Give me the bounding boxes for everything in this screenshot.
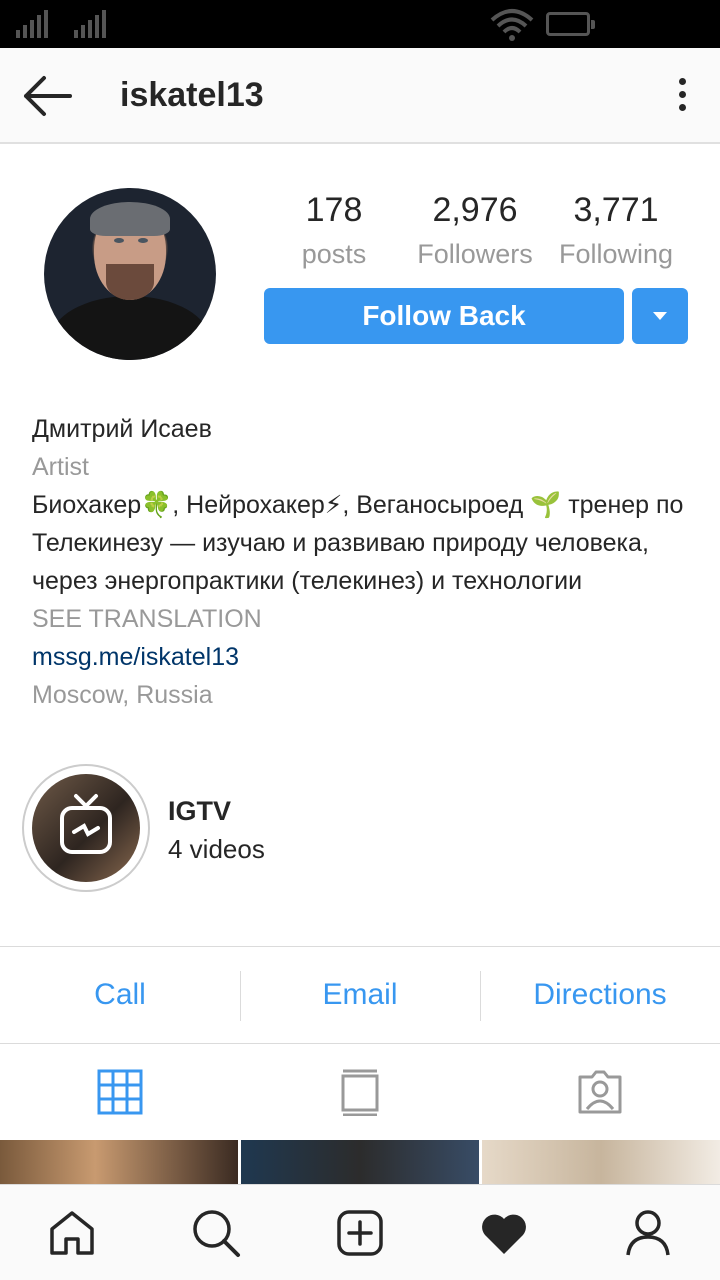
- nav-activity[interactable]: [432, 1185, 576, 1280]
- email-button[interactable]: Email: [240, 947, 480, 1043]
- more-options-icon[interactable]: [674, 78, 690, 114]
- contact-actions: Call Email Directions: [0, 946, 720, 1044]
- signal-icon-secondary: [74, 10, 106, 38]
- nav-add-post[interactable]: [288, 1185, 432, 1280]
- profile-bio: Дмитрий Исаев Artist Биохакер🍀, Нейрохак…: [32, 410, 692, 714]
- avatar-eye-right: [138, 238, 148, 243]
- add-post-icon: [337, 1209, 383, 1256]
- profile-tabs: [0, 1044, 720, 1140]
- posts-stat: 178 posts: [269, 190, 399, 278]
- back-arrow-icon[interactable]: [20, 74, 74, 118]
- call-button[interactable]: Call: [0, 947, 240, 1043]
- nav-home[interactable]: [0, 1185, 144, 1280]
- tab-tagged[interactable]: [480, 1044, 720, 1140]
- category-label: Artist: [32, 453, 89, 481]
- follow-back-button[interactable]: Follow Back: [264, 288, 624, 344]
- directions-button[interactable]: Directions: [480, 947, 720, 1043]
- following-label[interactable]: Following: [551, 230, 681, 278]
- tab-grid[interactable]: [0, 1044, 240, 1140]
- post-thumbnail[interactable]: [482, 1140, 720, 1184]
- nav-profile[interactable]: [576, 1185, 720, 1280]
- igtv-video-count: 4 videos: [168, 834, 265, 864]
- nav-search[interactable]: [144, 1185, 288, 1280]
- activity-heart-icon: [482, 1214, 526, 1254]
- post-thumbnail[interactable]: [0, 1140, 238, 1184]
- search-icon: [193, 1209, 240, 1257]
- posts-count: 178: [305, 191, 363, 229]
- igtv-cover: [32, 774, 140, 882]
- avatar-eye-left: [114, 238, 124, 243]
- suggestions-dropdown-button[interactable]: [632, 288, 688, 344]
- status-bar: [0, 0, 720, 48]
- followers-count[interactable]: 2,976: [410, 190, 540, 230]
- igtv-title[interactable]: IGTV: [168, 796, 231, 827]
- igtv-icon: [60, 794, 112, 854]
- posts-label: posts: [301, 239, 367, 269]
- full-name: Дмитрий Исаев: [32, 415, 212, 443]
- bio-website-link[interactable]: mssg.me/iskatel13: [32, 638, 692, 676]
- top-bar: iskatel13: [0, 48, 720, 144]
- signal-icon: [16, 10, 48, 38]
- profile-avatar[interactable]: [44, 188, 216, 360]
- location-text[interactable]: Moscow, Russia: [32, 676, 692, 714]
- tab-feed[interactable]: [240, 1044, 480, 1140]
- see-translation-link[interactable]: SEE TRANSLATION: [32, 600, 692, 638]
- followers-stat[interactable]: 2,976 Followers: [410, 190, 540, 278]
- battery-icon: [546, 12, 595, 36]
- avatar-hair: [90, 202, 170, 236]
- wifi-icon: [490, 9, 534, 41]
- following-count[interactable]: 3,771: [551, 190, 681, 230]
- grid-icon: [97, 1069, 143, 1115]
- home-icon: [50, 1210, 94, 1255]
- following-stat[interactable]: 3,771 Following: [551, 190, 681, 278]
- post-thumbnail[interactable]: [241, 1140, 479, 1184]
- profile-icon: [626, 1209, 670, 1255]
- feed-list-icon: [341, 1069, 379, 1116]
- profile-username: iskatel13: [120, 76, 264, 114]
- avatar-body: [50, 296, 210, 360]
- bio-text: Биохакер🍀, Нейрохакер⚡, Веганосыроед 🌱 т…: [32, 491, 684, 595]
- tagged-person-icon: [578, 1070, 622, 1114]
- posts-grid: [0, 1140, 720, 1184]
- avatar-beard: [106, 264, 154, 300]
- followers-label[interactable]: Followers: [410, 230, 540, 278]
- igtv-highlight[interactable]: [22, 764, 150, 892]
- bottom-navigation: [0, 1184, 720, 1280]
